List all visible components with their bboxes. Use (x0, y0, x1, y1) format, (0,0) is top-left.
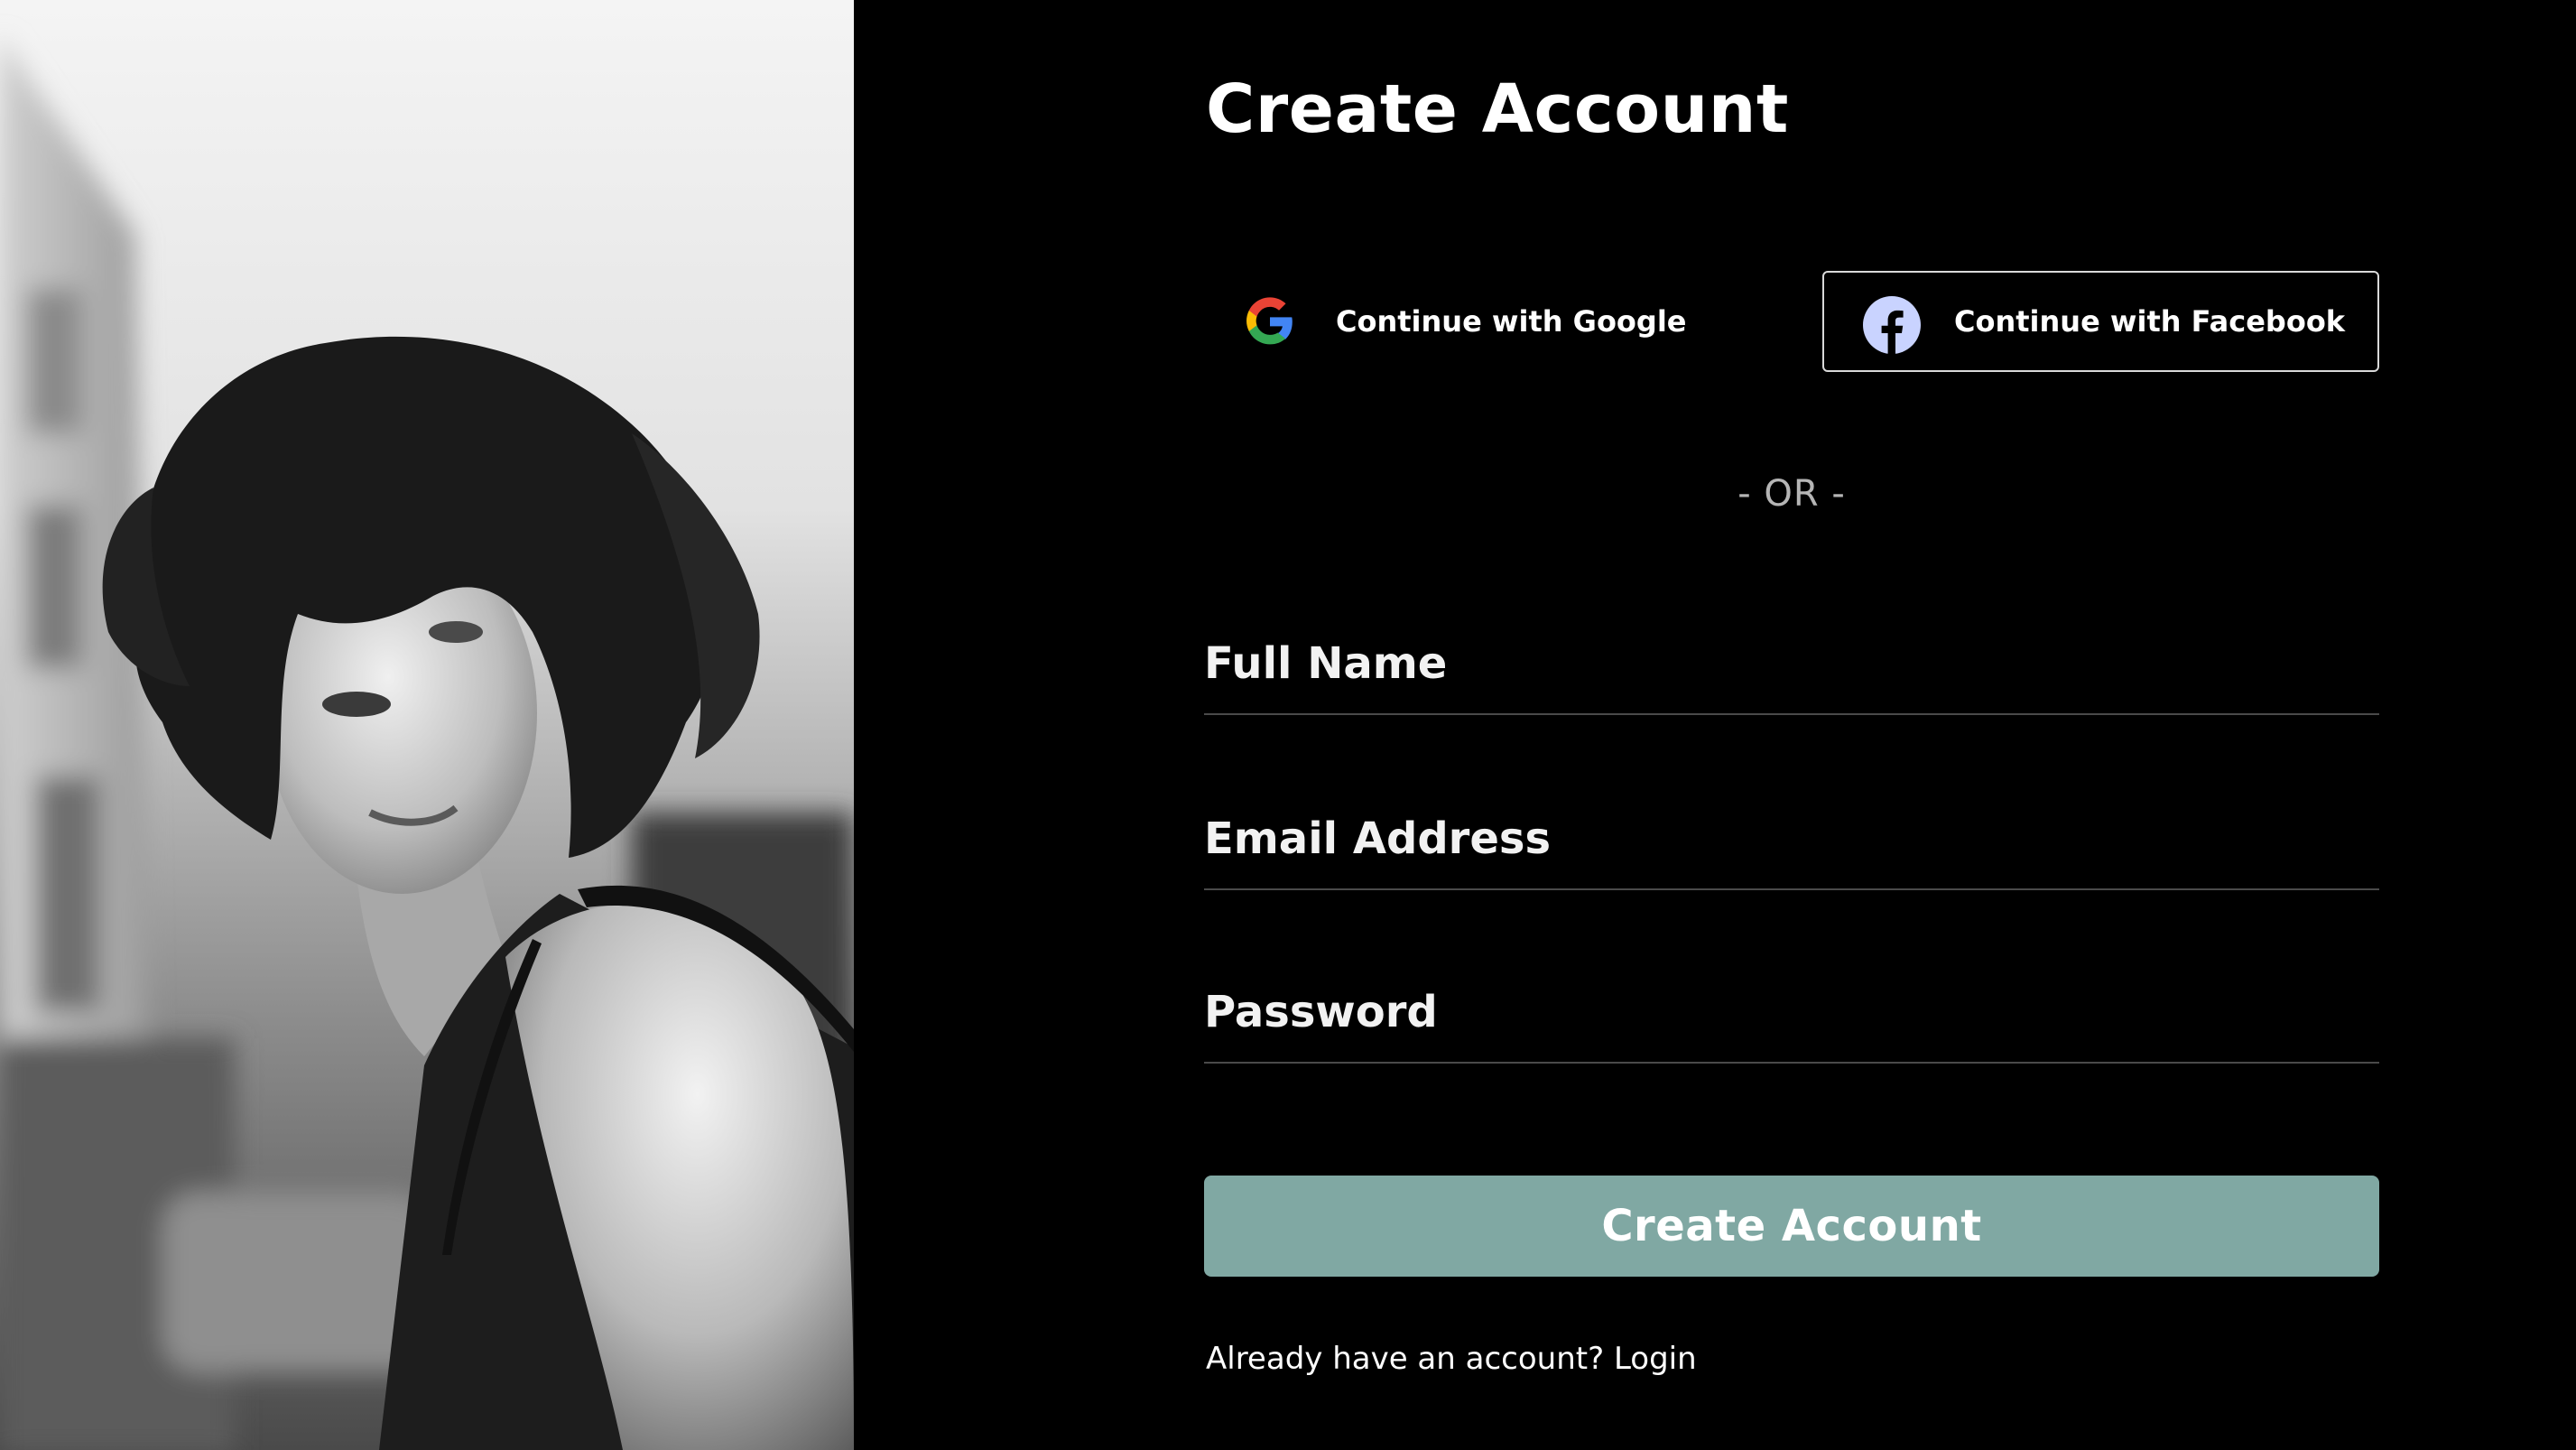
password-input[interactable] (1204, 962, 2379, 1062)
continue-with-google-button[interactable]: Continue with Google (1204, 271, 1760, 372)
portrait-illustration (0, 0, 854, 1450)
full-name-field (1204, 614, 2379, 715)
login-prompt-text: Already have an account? (1206, 1341, 1605, 1377)
password-field (1204, 962, 2379, 1064)
facebook-button-label: Continue with Facebook (1954, 304, 2346, 339)
email-address-input[interactable] (1204, 789, 2379, 888)
google-icon (1244, 295, 1296, 348)
email-address-field (1204, 789, 2379, 890)
social-login-row: Continue with Google Continue with Faceb… (1204, 271, 2379, 372)
continue-with-facebook-button[interactable]: Continue with Facebook (1822, 271, 2379, 372)
signup-page: Create Account Continue with Google Cont… (0, 0, 2576, 1450)
create-account-button[interactable]: Create Account (1204, 1176, 2379, 1277)
signup-form-panel: Create Account Continue with Google Cont… (854, 0, 2576, 1450)
page-title: Create Account (1206, 70, 1789, 148)
portrait-photo (0, 0, 854, 1450)
google-button-label: Continue with Google (1336, 304, 1687, 339)
login-link[interactable]: Login (1614, 1341, 1697, 1377)
or-divider: - OR - (1737, 473, 1846, 515)
facebook-icon (1862, 295, 1921, 355)
login-prompt: Already have an account? Login (1206, 1341, 1697, 1377)
full-name-input[interactable] (1204, 614, 2379, 713)
